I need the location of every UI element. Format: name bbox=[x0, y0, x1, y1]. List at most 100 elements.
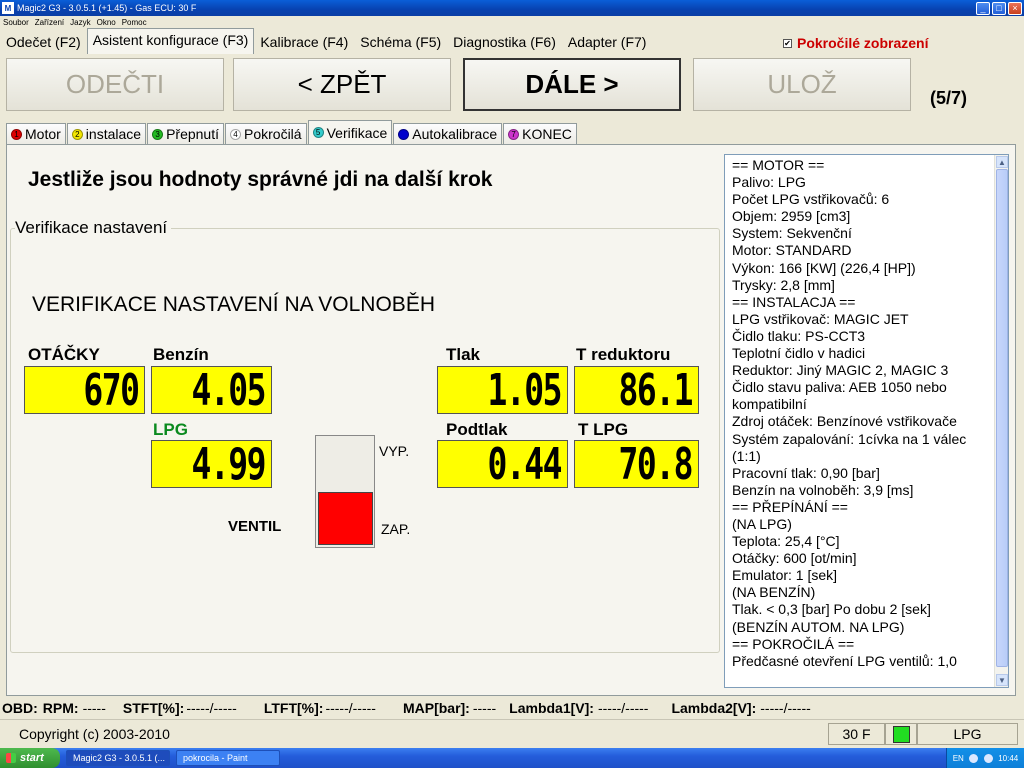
summary-line: (BENZÍN AUTOM. NA LPG) bbox=[732, 618, 905, 635]
petrol-gauge: 4.05 bbox=[151, 365, 272, 416]
menu-help[interactable]: Pomoc bbox=[119, 18, 150, 27]
valve-label: VENTIL bbox=[228, 518, 282, 535]
lambda1-key: Lambda1[V]: bbox=[509, 700, 594, 716]
step-4-icon: 4 bbox=[230, 128, 241, 140]
minimize-icon[interactable]: _ bbox=[976, 1, 990, 15]
summary-line: Emulator: 1 [sek] bbox=[732, 567, 838, 584]
taskbar-item-paint[interactable]: pokrocila - Paint bbox=[176, 750, 280, 766]
taskbar-item-magic[interactable]: Magic2 G3 - 3.0.5.1 (... bbox=[66, 750, 170, 766]
summary-line: Systém zapalování: 1cívka na 1 válec bbox=[732, 430, 967, 447]
tab-installation[interactable]: 2 instalace bbox=[66, 123, 147, 144]
menu-language[interactable]: Jazyk bbox=[67, 18, 93, 27]
group-title: Verifikace nastavení bbox=[15, 218, 172, 238]
summary-line: Otáčky: 600 [ot/min] bbox=[732, 550, 857, 567]
instruction-text: Jestliže jsou hodnoty správné jdi na dal… bbox=[28, 168, 493, 191]
copyright-text: Copyright (c) 2003-2010 bbox=[4, 723, 824, 745]
window-title: Magic2 G3 - 3.0.5.1 (+1.45) - Gas ECU: 3… bbox=[17, 3, 197, 13]
stft-value: -----/----- bbox=[186, 700, 237, 716]
advanced-view-checkbox[interactable]: ✔ bbox=[783, 38, 792, 48]
tab-verification[interactable]: 5 Verifikace bbox=[307, 120, 393, 144]
summary-line: Zdroj otáček: Benzínové vstřikovače bbox=[732, 413, 957, 430]
stft-key: STFT[%]: bbox=[122, 700, 185, 716]
summary-line: (NA LPG) bbox=[732, 515, 792, 532]
menu-device[interactable]: Zařízení bbox=[32, 18, 67, 27]
system-tray: EN 10:44 bbox=[946, 748, 1024, 768]
map-key: MAP[bar]: bbox=[402, 700, 470, 716]
summary-line: (NA BENZÍN) bbox=[732, 584, 816, 601]
next-button[interactable]: DÁLE > bbox=[463, 58, 681, 111]
tab-adapter[interactable]: Adapter (F7) bbox=[562, 30, 653, 54]
menu-window[interactable]: Okno bbox=[94, 18, 119, 27]
rpm-label: OTÁČKY bbox=[28, 345, 100, 364]
fuel-led bbox=[885, 723, 917, 745]
language-indicator[interactable]: EN bbox=[953, 754, 964, 763]
menu-file[interactable]: Soubor bbox=[0, 18, 32, 27]
status-bar: Copyright (c) 2003-2010 30 F LPG bbox=[0, 719, 1024, 747]
summary-lines: == MOTOR == Palivo: LPG Počet LPG vstřikov… bbox=[732, 157, 996, 670]
valve-on-fill bbox=[318, 492, 373, 545]
summary-line: Benzín na volnoběh: 3,9 [ms] bbox=[732, 481, 914, 498]
tab-autocalibration[interactable]: Autokalibrace bbox=[393, 123, 503, 144]
reducer-temp-gauge: 86.1 bbox=[574, 365, 699, 416]
summary-line: Trysky: 2,8 [mm] bbox=[732, 276, 835, 293]
tab-diagnostics[interactable]: Diagnostika (F6) bbox=[447, 30, 562, 54]
summary-line: Výkon: 166 [KW] (226,4 [HP]) bbox=[732, 259, 916, 276]
tab-label: Motor bbox=[25, 126, 61, 142]
step-2-icon: 2 bbox=[71, 128, 83, 140]
tab-label: Autokalibrace bbox=[412, 126, 498, 142]
summary-line: Reduktor: Jiný MAGIC 2, MAGIC 3 bbox=[732, 362, 949, 379]
summary-scrollbar[interactable]: ▲ ▼ bbox=[994, 155, 1008, 687]
tab-end[interactable]: 7 KONEC bbox=[503, 123, 577, 144]
map-value: ----- bbox=[472, 700, 497, 716]
obd-label: OBD: bbox=[2, 700, 38, 716]
tab-config-assistant[interactable]: Asistent konfigurace (F3) bbox=[86, 28, 255, 54]
vacuum-gauge: 0.44 bbox=[437, 439, 568, 490]
tab-label: KONEC bbox=[522, 126, 572, 142]
read-button[interactable]: ODEČTI bbox=[6, 58, 224, 111]
summary-line: Čidlo stavu paliva: AEB 1050 nebo bbox=[732, 379, 947, 396]
step-3-icon: 3 bbox=[152, 128, 164, 140]
maximize-icon[interactable]: □ bbox=[992, 1, 1006, 15]
wizard-tabs: 1 Motor 2 instalace 3 Přepnutí 4 Pokroči… bbox=[6, 120, 578, 144]
tab-motor[interactable]: 1 Motor bbox=[6, 123, 66, 144]
tab-calibration[interactable]: Kalibrace (F4) bbox=[254, 30, 354, 54]
lpg-temp-label: T LPG bbox=[578, 420, 629, 439]
tab-label: Pokročilá bbox=[244, 126, 302, 142]
vacuum-label: Podtlak bbox=[446, 420, 508, 439]
summary-line: Teplotní čidlo v hadici bbox=[732, 345, 866, 362]
obd-bar: OBD: RPM: ----- STFT[%]: -----/----- LTF… bbox=[0, 697, 1024, 719]
tab-readout[interactable]: Odečet (F2) bbox=[0, 30, 87, 54]
step-5-icon: 5 bbox=[312, 127, 324, 138]
lpg-temp-gauge: 70.8 bbox=[574, 439, 699, 490]
summary-line: == INSTALACJA == bbox=[732, 293, 856, 310]
tab-advanced[interactable]: 4 Pokročilá bbox=[225, 123, 307, 144]
scroll-down-icon[interactable]: ▼ bbox=[996, 674, 1008, 686]
ltft-value: -----/----- bbox=[325, 700, 376, 716]
summary-line: == PŘEPÍNÁNÍ == bbox=[732, 498, 848, 515]
app-icon: M bbox=[2, 2, 14, 14]
summary-line: Pracovní tlak: 0,90 [bar] bbox=[732, 464, 880, 481]
valve-off-label: VYP. bbox=[379, 443, 410, 459]
lambda2-key: Lambda2[V]: bbox=[671, 700, 757, 716]
summary-line: System: Sekvenční bbox=[732, 225, 852, 242]
scroll-thumb[interactable] bbox=[996, 169, 1008, 667]
lambda1-value: -----/----- bbox=[597, 700, 649, 716]
save-button[interactable]: ULOŽ bbox=[693, 58, 911, 111]
tray-icon[interactable] bbox=[969, 753, 979, 763]
lpg-label: LPG bbox=[153, 420, 188, 439]
advanced-view-option[interactable]: ✔ Pokročilé zobrazení bbox=[783, 35, 928, 51]
close-icon[interactable]: × bbox=[1008, 1, 1022, 15]
summary-line: (1:1) bbox=[732, 447, 761, 464]
tab-label: instalace bbox=[85, 126, 142, 142]
volume-icon[interactable] bbox=[983, 753, 993, 763]
back-button[interactable]: < ZPĚT bbox=[233, 58, 451, 111]
rpm-key: RPM: bbox=[42, 700, 79, 716]
tab-switching[interactable]: 3 Přepnutí bbox=[147, 123, 224, 144]
scroll-up-icon[interactable]: ▲ bbox=[996, 156, 1008, 168]
config-summary-list[interactable]: == MOTOR == Palivo: LPG Počet LPG vstřikov… bbox=[724, 154, 1009, 688]
start-button[interactable]: start bbox=[0, 748, 60, 768]
tab-schema[interactable]: Schéma (F5) bbox=[354, 30, 447, 54]
step-7-icon: 7 bbox=[508, 128, 520, 140]
valve-indicator bbox=[315, 435, 375, 548]
pressure-label: Tlak bbox=[446, 345, 481, 364]
